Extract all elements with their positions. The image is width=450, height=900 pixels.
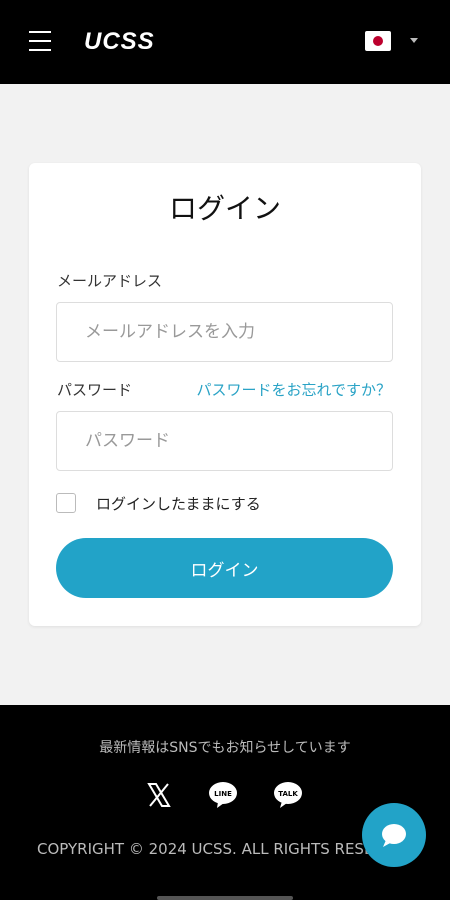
logo[interactable]: UCSS [84,28,155,56]
remember-checkbox[interactable] [56,493,76,513]
email-label: メールアドレス [57,272,163,290]
footer: 最新情報はSNSでもお知らせしています LINE TALK COPYRIGHT … [0,705,450,900]
svg-text:TALK: TALK [278,790,298,798]
line-icon[interactable]: LINE [208,780,238,810]
header: UCSS [0,0,450,84]
remember-me[interactable]: ログインしたままにする [56,493,356,515]
hamburger-icon[interactable] [29,30,51,52]
remember-label[interactable]: ログインしたままにする [96,494,261,514]
login-card: ログイン メールアドレス パスワード パスワードをお忘れですか？ ログインしたま… [29,163,421,626]
kakaotalk-icon[interactable]: TALK [273,780,303,810]
login-button[interactable]: ログイン [56,538,393,598]
password-label: パスワード [57,381,133,399]
chat-bubble-icon [382,824,406,847]
x-icon[interactable] [146,780,172,810]
email-input[interactable] [56,302,393,362]
sns-text: 最新情報はSNSでもお知らせしています [99,740,351,756]
login-title: ログイン [168,192,281,225]
gesture-bar [157,896,293,900]
forgot-password-link[interactable]: パスワードをお忘れですか？ [196,380,391,400]
password-input[interactable] [56,411,393,471]
caret-down-icon [410,38,418,43]
japan-flag-icon [365,31,391,51]
language-selector[interactable] [365,31,421,53]
svg-text:LINE: LINE [214,790,232,798]
chat-button[interactable] [362,803,426,867]
page: UCSS ログイン メールアドレス パスワード パスワードをお忘れですか？ ログ… [0,0,450,900]
